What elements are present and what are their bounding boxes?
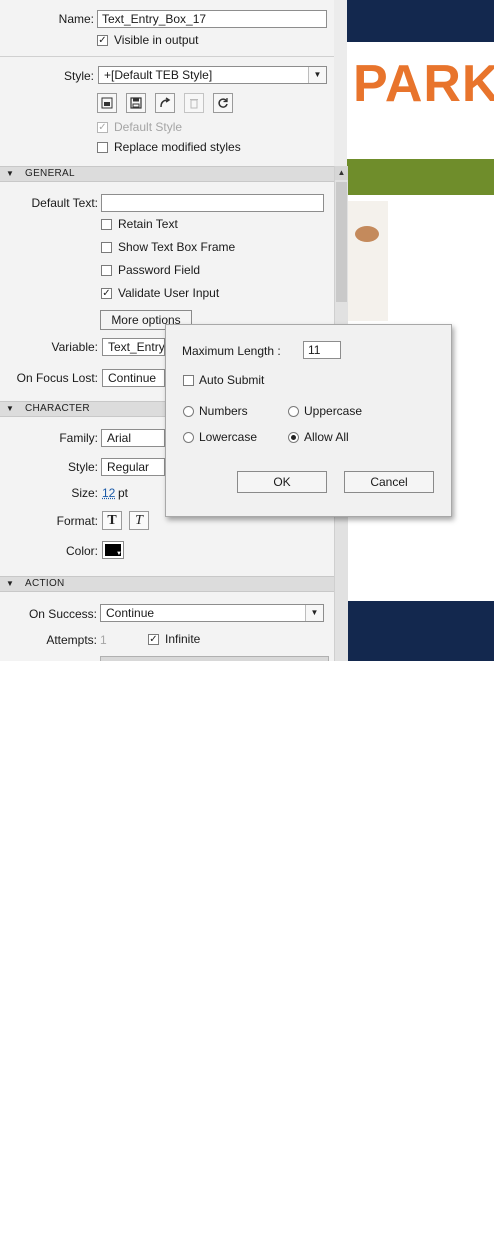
allow-all-radio[interactable]: [288, 432, 299, 443]
family-label: Family:: [10, 431, 98, 445]
color-label: Color:: [10, 544, 98, 558]
refresh-icon: [217, 97, 229, 109]
create-style-button[interactable]: [97, 93, 117, 113]
refresh-style-button[interactable]: [213, 93, 233, 113]
stage-footer-bar: Report Abuse: [347, 601, 494, 661]
chevron-down-icon: ▼: [305, 605, 323, 621]
auto-submit-label: Auto Submit: [199, 373, 264, 387]
panel-gutter: [334, 0, 347, 166]
default-style-label: Default Style: [114, 120, 182, 134]
general-section-header[interactable]: ▼ GENERAL: [0, 166, 334, 182]
retain-text-label: Retain Text: [118, 217, 178, 231]
auto-submit-checkbox[interactable]: [183, 375, 194, 386]
on-focus-lost-select[interactable]: Continue: [102, 369, 165, 387]
uppercase-label: Uppercase: [304, 404, 362, 418]
name-input[interactable]: Text_Entry_Box_17: [97, 10, 327, 28]
stage-logo-text: PARK: [353, 58, 494, 110]
stage-header-bar: [347, 0, 494, 42]
variable-select[interactable]: Text_Entry: [102, 338, 165, 356]
numbers-radio[interactable]: [183, 406, 194, 417]
default-text-input[interactable]: [101, 194, 324, 212]
curved-arrow-icon: [159, 97, 171, 109]
format-label: Format:: [10, 514, 98, 528]
on-success-label: On Success:: [5, 607, 97, 621]
next-select-partial[interactable]: [100, 656, 329, 661]
report-abuse-link[interactable]: Report Abuse: [357, 1241, 430, 1255]
infinite-label: Infinite: [165, 632, 200, 646]
stage-green-band: [347, 159, 494, 195]
attempts-value[interactable]: 1: [100, 633, 107, 647]
name-label: Name:: [20, 12, 94, 26]
on-success-value: Continue: [106, 606, 154, 620]
replace-styles-checkbox[interactable]: [97, 142, 108, 153]
collapse-triangle-icon: ▼: [6, 577, 14, 591]
password-label: Password Field: [118, 263, 200, 277]
style-select-value: +[Default TEB Style]: [104, 68, 212, 82]
lowercase-radio[interactable]: [183, 432, 194, 443]
numbers-label: Numbers: [199, 404, 248, 418]
password-checkbox[interactable]: [101, 265, 112, 276]
scroll-thumb[interactable]: [336, 182, 347, 302]
on-success-select[interactable]: Continue ▼: [100, 604, 324, 622]
collapse-triangle-icon: ▼: [6, 167, 14, 181]
char-style-select[interactable]: Regular: [101, 458, 165, 476]
visible-checkbox[interactable]: ✓: [97, 35, 108, 46]
validate-checkbox[interactable]: ✓: [101, 288, 112, 299]
family-select[interactable]: Arial: [101, 429, 165, 447]
visible-label: Visible in output: [114, 33, 199, 47]
size-value[interactable]: 12: [102, 486, 115, 500]
stage-photo-detail: [355, 226, 379, 242]
uppercase-radio[interactable]: [288, 406, 299, 417]
variable-label: Variable:: [10, 340, 98, 354]
infinite-checkbox[interactable]: ✓: [148, 634, 159, 645]
allow-all-label: Allow All: [304, 430, 349, 444]
max-length-label: Maximum Length :: [182, 344, 281, 358]
color-swatch[interactable]: ▼: [102, 541, 124, 559]
show-frame-checkbox[interactable]: [101, 242, 112, 253]
default-style-checkbox[interactable]: ✓: [97, 122, 108, 133]
action-header-label: ACTION: [25, 577, 65, 591]
bold-button[interactable]: T: [102, 511, 122, 530]
size-label: Size:: [10, 486, 98, 500]
validate-label: Validate User Input: [118, 286, 219, 300]
save-icon: [130, 97, 142, 109]
char-style-label: Style:: [10, 460, 98, 474]
max-length-input[interactable]: 11: [303, 341, 341, 359]
stage-photo: [347, 201, 388, 321]
character-header-label: CHARACTER: [25, 402, 90, 416]
size-unit: pt: [118, 486, 128, 500]
trash-icon: [188, 97, 200, 109]
lowercase-label: Lowercase: [199, 430, 257, 444]
show-frame-label: Show Text Box Frame: [118, 240, 235, 254]
ok-button[interactable]: OK: [237, 471, 327, 493]
more-options-dialog: Maximum Length : 11 Auto Submit Numbers …: [165, 324, 452, 517]
reset-style-button[interactable]: [155, 93, 175, 113]
style-label: Style:: [20, 69, 94, 83]
on-focus-lost-label: On Focus Lost:: [10, 371, 98, 385]
delete-style-button[interactable]: [184, 93, 204, 113]
general-header-label: GENERAL: [25, 167, 75, 181]
chevron-down-icon: ▼: [116, 551, 122, 557]
new-style-icon: [101, 97, 113, 109]
collapse-triangle-icon: ▼: [6, 402, 14, 416]
scroll-up-icon[interactable]: ▲: [335, 166, 348, 180]
style-select[interactable]: +[Default TEB Style] ▼: [98, 66, 327, 84]
replace-styles-label: Replace modified styles: [114, 140, 241, 154]
italic-button[interactable]: T: [129, 511, 149, 530]
cancel-button[interactable]: Cancel: [344, 471, 434, 493]
default-text-label: Default Text:: [10, 196, 98, 210]
save-style-button[interactable]: [126, 93, 146, 113]
action-section-header[interactable]: ▼ ACTION: [0, 576, 334, 592]
retain-text-checkbox[interactable]: [101, 219, 112, 230]
divider: [0, 56, 334, 57]
attempts-label: Attempts:: [5, 633, 97, 647]
chevron-down-icon: ▼: [308, 67, 326, 83]
